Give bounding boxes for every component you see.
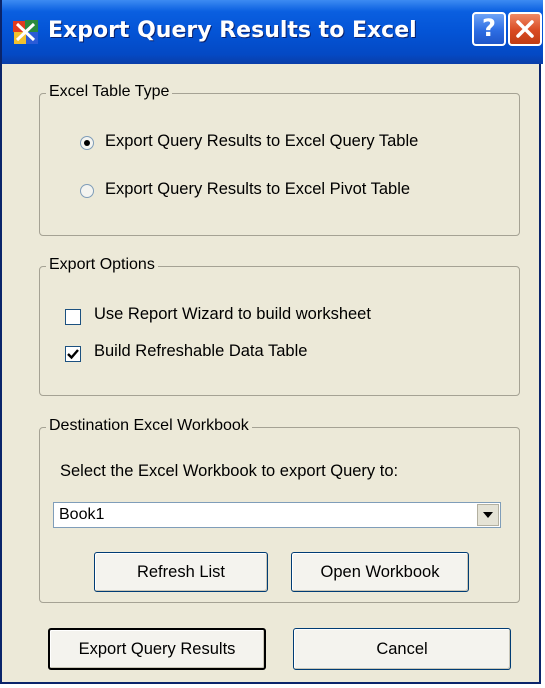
workbook-dropdown-button[interactable] (477, 504, 499, 526)
export-query-results-button[interactable]: Export Query Results (48, 628, 266, 670)
close-button[interactable] (508, 12, 542, 46)
open-workbook-button[interactable]: Open Workbook (291, 552, 469, 592)
help-icon: ? (482, 14, 496, 42)
refresh-list-label: Refresh List (136, 563, 226, 581)
export-query-results-label: Export Query Results (78, 640, 236, 658)
window-title: Export Query Results to Excel (48, 18, 417, 43)
open-workbook-label: Open Workbook (320, 563, 440, 581)
export-options-group: Export Options (39, 256, 520, 396)
destination-legend: Destination Excel Workbook (46, 417, 252, 435)
workbook-select-value: Book1 (59, 506, 105, 523)
export-options-legend: Export Options (46, 256, 158, 274)
refreshable-table-label[interactable]: Build Refreshable Data Table (94, 342, 307, 361)
query-table-label[interactable]: Export Query Results to Excel Query Tabl… (105, 132, 418, 151)
title-bar[interactable]: Export Query Results to Excel ? (2, 0, 543, 64)
table-type-group: Excel Table Type (39, 83, 520, 236)
workbook-select[interactable]: Book1 (53, 502, 501, 528)
report-wizard-checkbox[interactable] (65, 309, 81, 325)
app-icon (12, 18, 40, 46)
destination-prompt: Select the Excel Workbook to export Quer… (60, 462, 399, 480)
refreshable-table-checkbox[interactable] (65, 346, 81, 362)
pivot-table-label[interactable]: Export Query Results to Excel Pivot Tabl… (105, 180, 410, 199)
pivot-table-radio[interactable] (80, 184, 94, 198)
check-mark-icon (67, 349, 79, 360)
cancel-label: Cancel (376, 640, 428, 658)
chevron-down-icon (483, 512, 493, 518)
export-dialog: Export Query Results to Excel ? Excel Ta… (0, 0, 543, 684)
table-type-legend: Excel Table Type (46, 83, 173, 101)
help-button[interactable]: ? (472, 12, 506, 46)
report-wizard-label[interactable]: Use Report Wizard to build worksheet (94, 305, 371, 324)
query-table-radio[interactable] (80, 136, 94, 150)
close-icon (516, 20, 534, 38)
refresh-list-button[interactable]: Refresh List (94, 552, 268, 592)
cancel-button[interactable]: Cancel (293, 628, 511, 670)
